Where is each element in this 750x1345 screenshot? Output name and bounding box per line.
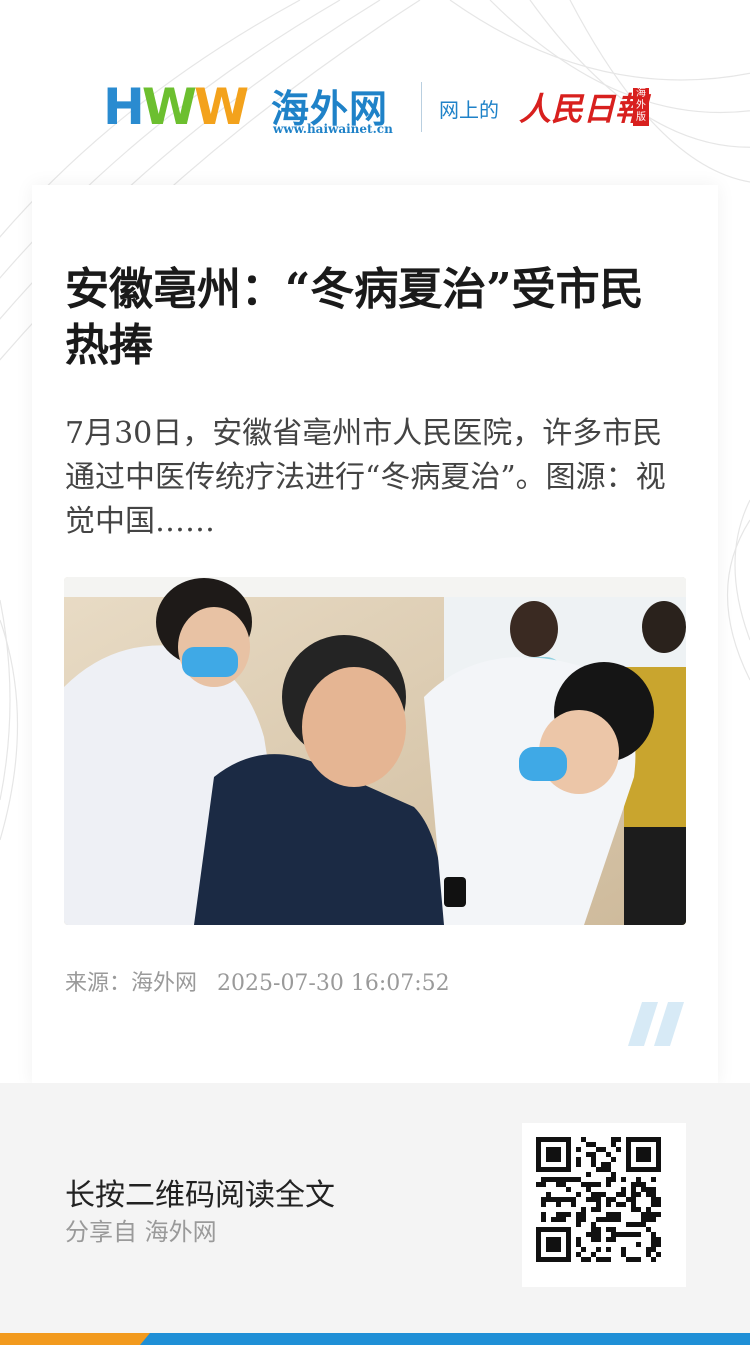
article-meta: 来源：海外网 2025-07-30 16:07:52 bbox=[65, 965, 450, 997]
article-source: 来源：海外网 bbox=[65, 971, 198, 996]
hww-logo-mark: HWW bbox=[103, 78, 249, 136]
hww-letter-h: H bbox=[103, 78, 145, 136]
logo-divider bbox=[421, 82, 422, 132]
article-photo[interactable] bbox=[64, 577, 686, 925]
rmrb-logo: 人民日報 bbox=[519, 90, 648, 128]
site-logo[interactable]: HWW 海外网 www.haiwainet.cn 网上的 人民日報 海外版 bbox=[103, 78, 663, 138]
article-datetime: 2025-07-30 16:07:52 bbox=[217, 971, 450, 996]
bottom-bar-blue bbox=[140, 1333, 750, 1345]
hww-letter-w1: W bbox=[141, 78, 197, 136]
read-full-cta: 长按二维码阅读全文 bbox=[65, 1178, 335, 1213]
qr-code-graphic bbox=[536, 1137, 661, 1262]
site-url: www.haiwainet.cn bbox=[273, 122, 393, 136]
photo-illustration bbox=[64, 577, 686, 925]
qr-code-icon[interactable] bbox=[522, 1123, 686, 1287]
article-title[interactable]: 安徽亳州：“冬病夏治”受市民热捧 bbox=[65, 262, 685, 374]
online-label: 网上的 bbox=[439, 98, 499, 122]
rmrb-edition-seal: 海外版 bbox=[633, 88, 649, 126]
hww-letter-w2: W bbox=[194, 78, 249, 136]
bottom-bar-orange bbox=[0, 1333, 150, 1345]
article-summary[interactable]: 7月30日，安徽省亳州市人民医院，许多市民通过中医传统疗法进行“冬病夏治”。图源… bbox=[65, 412, 685, 544]
share-source: 分享自 海外网 bbox=[65, 1218, 217, 1246]
quote-mark-icon bbox=[628, 1002, 684, 1046]
